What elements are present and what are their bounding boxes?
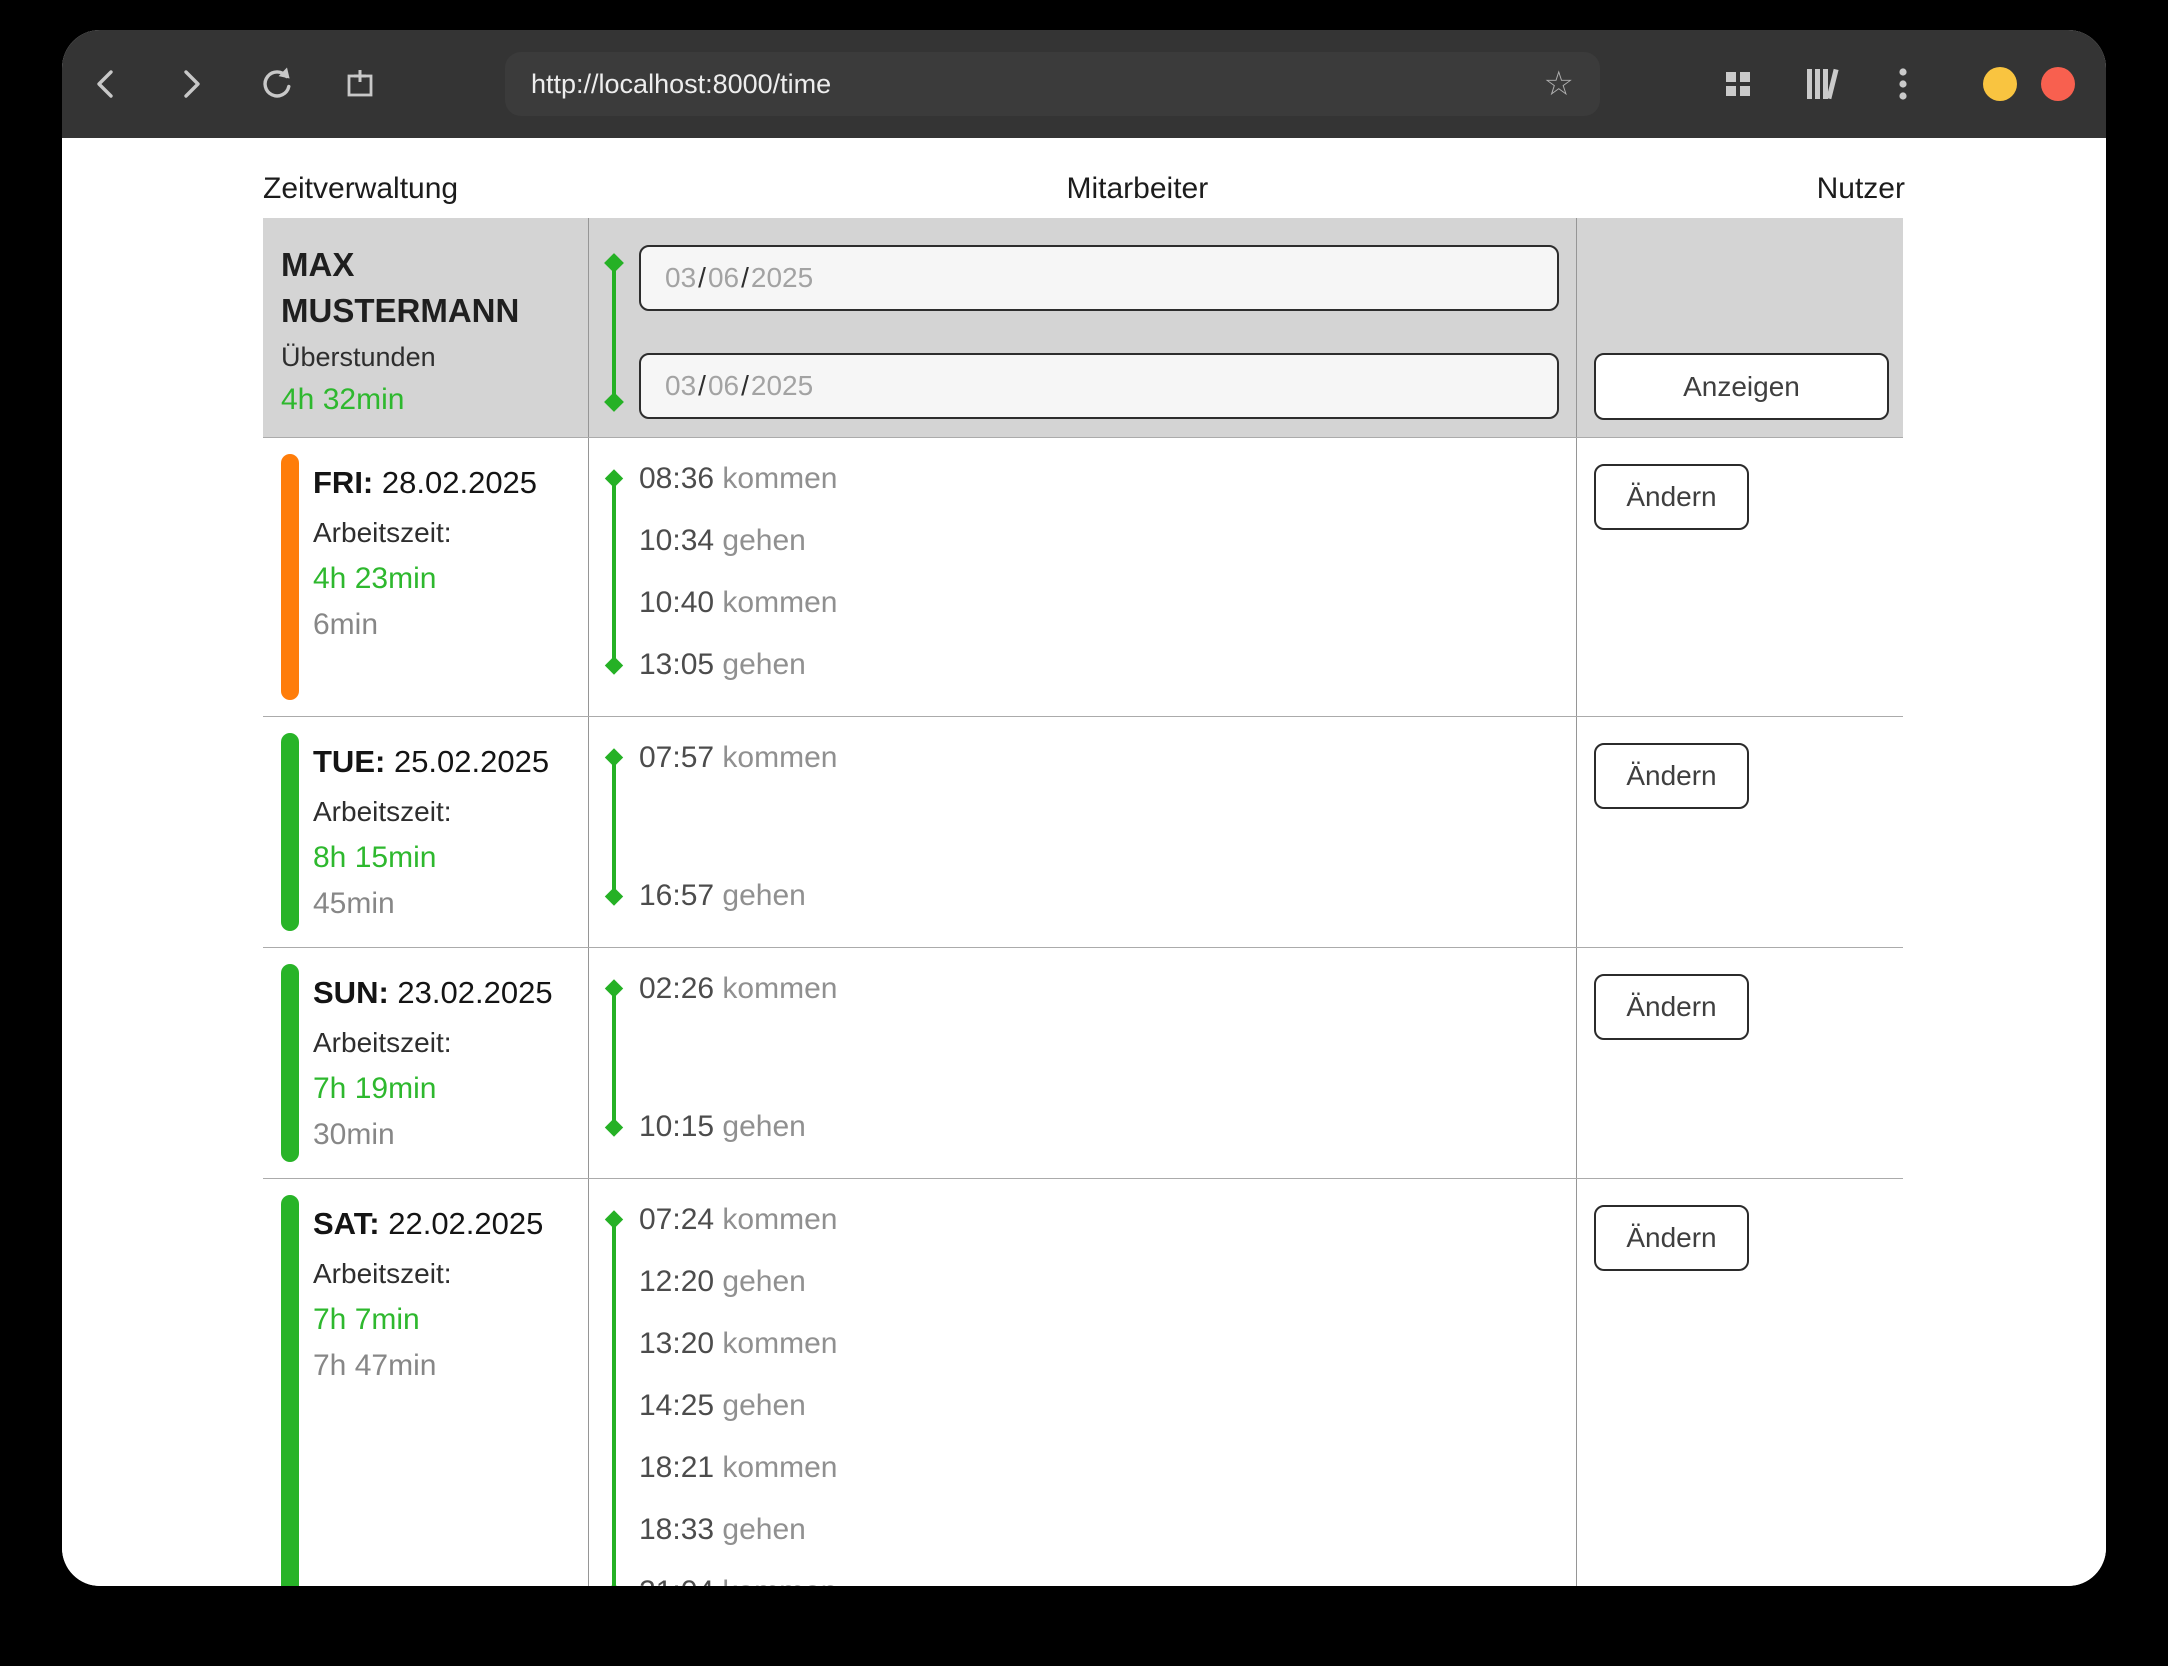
browser-window: http://localhost:8000/time ☆ (62, 30, 2106, 1586)
filter-action-cell: Anzeigen (1576, 218, 1903, 437)
time-entry: 16:57 gehen (639, 865, 1576, 927)
aendern-button[interactable]: Ändern (1594, 1205, 1749, 1271)
aendern-button[interactable]: Ändern (1594, 743, 1749, 809)
date-from-input[interactable]: 03/06/2025 (639, 245, 1559, 311)
url-text[interactable]: http://localhost:8000/time (531, 69, 1544, 100)
worktime-value: 4h 23min (313, 556, 578, 602)
day-summary-cell: SUN: 23.02.2025 Arbeitszeit: 7h 19min 30… (263, 948, 588, 1178)
summary-filter-row: MAX MUSTERMANN Überstunden 4h 32min 03/0… (263, 218, 1903, 438)
time-entry: 08:36 kommen (639, 448, 1576, 510)
time-entry: 13:05 gehen (639, 634, 1576, 696)
time-entries-cell: 07:24 kommen 12:20 gehen 13:20 kommen 14… (588, 1179, 1576, 1586)
day-status-bar (281, 1195, 299, 1586)
date-filter-cell: 03/06/2025 03/06/2025 (588, 218, 1576, 437)
minimize-button[interactable] (1983, 67, 2017, 101)
day-title: SAT: 22.02.2025 (313, 1201, 578, 1247)
close-button[interactable] (2041, 67, 2075, 101)
time-entry: 21:04 kommen (639, 1561, 1576, 1586)
worktime-value: 8h 15min (313, 835, 578, 881)
time-entry: 12:20 gehen (639, 1251, 1576, 1313)
worktime-label: Arbeitszeit: (313, 510, 578, 556)
aendern-button[interactable]: Ändern (1594, 974, 1749, 1040)
time-entry: 07:24 kommen (639, 1189, 1576, 1251)
url-bar[interactable]: http://localhost:8000/time ☆ (505, 52, 1600, 116)
worktime-label: Arbeitszeit: (313, 789, 578, 835)
timeline-connector (612, 989, 616, 1127)
day-rows: FRI: 28.02.2025 Arbeitszeit: 4h 23min 6m… (263, 438, 1903, 1586)
overtime-label: Überstunden (281, 336, 578, 378)
day-status-bar (281, 733, 299, 931)
kebab-menu-icon[interactable] (1880, 30, 1926, 138)
timeline-connector (612, 1220, 616, 1586)
time-entry: 07:57 kommen (639, 727, 1576, 789)
day-status-bar (281, 964, 299, 1162)
day-title: FRI: 28.02.2025 (313, 460, 578, 506)
time-entry: 10:40 kommen (639, 572, 1576, 634)
grid-icon[interactable] (1715, 30, 1761, 138)
timeline-connector (612, 758, 616, 896)
time-entry: 14:25 gehen (639, 1375, 1576, 1437)
day-action-cell: Ändern (1576, 717, 1903, 947)
time-entries-cell: 07:57 kommen 16:57 gehen (588, 717, 1576, 947)
forward-icon[interactable] (167, 30, 213, 138)
timeline-connector (612, 479, 616, 665)
day-action-cell: Ändern (1576, 1179, 1903, 1586)
worktime-label: Arbeitszeit: (313, 1251, 578, 1297)
nav-item-zeitverwaltung[interactable]: Zeitverwaltung (263, 172, 458, 206)
worktime-secondary: 6min (313, 602, 578, 648)
time-entry: 10:34 gehen (639, 510, 1576, 572)
browser-titlebar: http://localhost:8000/time ☆ (62, 30, 2106, 138)
time-entry: 13:20 kommen (639, 1313, 1576, 1375)
day-row: SUN: 23.02.2025 Arbeitszeit: 7h 19min 30… (263, 948, 1903, 1179)
back-icon[interactable] (84, 30, 130, 138)
day-summary-cell: TUE: 25.02.2025 Arbeitszeit: 8h 15min 45… (263, 717, 588, 947)
library-icon[interactable] (1799, 30, 1845, 138)
worktime-secondary: 45min (313, 881, 578, 927)
date-to-input[interactable]: 03/06/2025 (639, 353, 1559, 419)
time-entry: 10:15 gehen (639, 1096, 1576, 1158)
overtime-value: 4h 32min (281, 378, 578, 422)
employee-name: MAX MUSTERMANN (281, 242, 578, 334)
page-content: Zeitverwaltung Mitarbeiter Nutzer MAX MU… (62, 138, 2106, 1586)
day-summary-cell: SAT: 22.02.2025 Arbeitszeit: 7h 7min 7h … (263, 1179, 588, 1586)
worktime-label: Arbeitszeit: (313, 1020, 578, 1066)
time-entry: 02:26 kommen (639, 958, 1576, 1020)
worktime-secondary: 30min (313, 1112, 578, 1158)
top-navigation: Zeitverwaltung Mitarbeiter Nutzer (263, 138, 1905, 218)
day-status-bar (281, 454, 299, 700)
anzeigen-button[interactable]: Anzeigen (1594, 353, 1889, 420)
nav-item-mitarbeiter[interactable]: Mitarbeiter (1067, 172, 1209, 206)
day-row: TUE: 25.02.2025 Arbeitszeit: 8h 15min 45… (263, 717, 1903, 948)
time-entries-cell: 02:26 kommen 10:15 gehen (588, 948, 1576, 1178)
worktime-value: 7h 19min (313, 1066, 578, 1112)
time-entries-cell: 08:36 kommen 10:34 gehen 10:40 kommen 13… (588, 438, 1576, 716)
time-entry: 18:21 kommen (639, 1437, 1576, 1499)
nav-item-nutzer[interactable]: Nutzer (1817, 172, 1905, 206)
aendern-button[interactable]: Ändern (1594, 464, 1749, 530)
day-summary-cell: FRI: 28.02.2025 Arbeitszeit: 4h 23min 6m… (263, 438, 588, 716)
time-entry: 18:33 gehen (639, 1499, 1576, 1561)
reload-icon[interactable] (254, 30, 300, 138)
worktime-value: 7h 7min (313, 1297, 578, 1343)
day-action-cell: Ändern (1576, 948, 1903, 1178)
new-tab-icon[interactable] (337, 30, 383, 138)
day-action-cell: Ändern (1576, 438, 1903, 716)
day-row: SAT: 22.02.2025 Arbeitszeit: 7h 7min 7h … (263, 1179, 1903, 1586)
time-table: MAX MUSTERMANN Überstunden 4h 32min 03/0… (263, 218, 1903, 1586)
bookmark-star-icon[interactable]: ☆ (1544, 67, 1574, 101)
worktime-secondary: 7h 47min (313, 1343, 578, 1389)
day-title: SUN: 23.02.2025 (313, 970, 578, 1016)
date-range-connector (612, 263, 616, 402)
employee-summary-cell: MAX MUSTERMANN Überstunden 4h 32min (263, 218, 588, 437)
day-row: FRI: 28.02.2025 Arbeitszeit: 4h 23min 6m… (263, 438, 1903, 717)
day-title: TUE: 25.02.2025 (313, 739, 578, 785)
